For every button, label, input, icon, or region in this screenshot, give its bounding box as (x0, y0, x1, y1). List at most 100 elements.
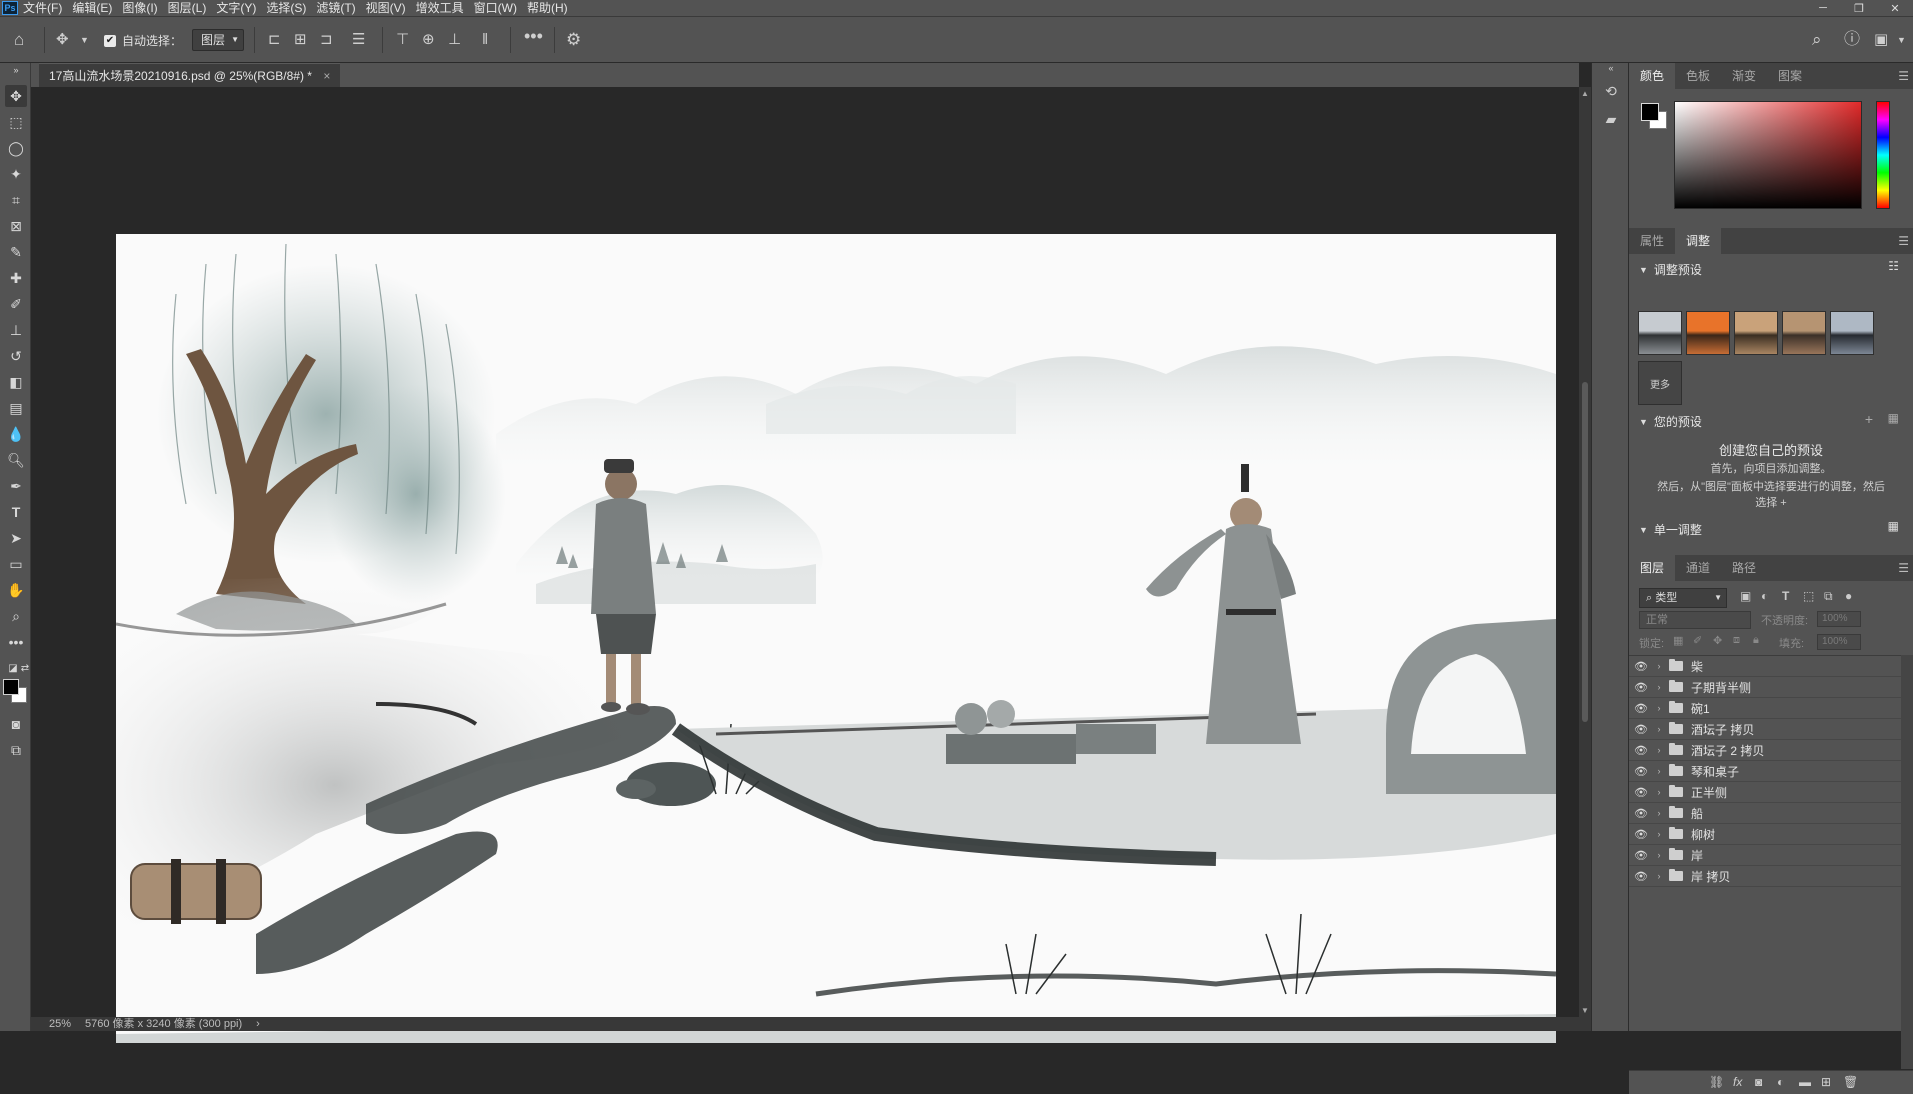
auto-select-target-dropdown[interactable]: 图层 ▼ (192, 29, 244, 51)
layer-row[interactable]: 👁︎ › 柳树 (1629, 824, 1901, 845)
grid-view-icon[interactable]: ▦ (1888, 519, 1899, 533)
close-icon[interactable]: ✕ (1877, 0, 1913, 16)
menu-type[interactable]: 文字(Y) (211, 0, 261, 16)
document-info[interactable]: 5760 像素 x 3240 像素 (300 ppi) (85, 1017, 242, 1031)
add-icon[interactable]: + (1865, 411, 1873, 427)
panel-menu-icon[interactable]: ☰ (1898, 234, 1909, 248)
hand-tool-icon[interactable]: ✋ (5, 579, 27, 601)
new-adjustment-icon[interactable]: ◐ (1777, 1075, 1784, 1089)
vertical-scrollbar[interactable]: ▲ ▼ (1579, 87, 1591, 1017)
healing-brush-tool-icon[interactable]: ✚ (5, 267, 27, 289)
scroll-down-icon[interactable]: ▼ (1581, 1006, 1589, 1015)
blend-mode-dropdown[interactable]: 正常 (1639, 611, 1751, 629)
distribute-v-icon[interactable]: ‖ (482, 31, 488, 49)
color-picker-field[interactable] (1674, 101, 1862, 209)
stamp-tool-icon[interactable]: ⊥ (5, 319, 27, 341)
preset-thumbnail[interactable] (1686, 311, 1730, 355)
filter-smart-object-icon[interactable]: ⧉ (1824, 589, 1833, 604)
eye-icon[interactable]: 👁︎ (1629, 765, 1653, 778)
tab-properties[interactable]: 属性 (1629, 228, 1675, 254)
magic-wand-tool-icon[interactable]: ✦ (5, 163, 27, 185)
preset-thumbnail[interactable] (1734, 311, 1778, 355)
crop-tool-icon[interactable]: ⌗ (5, 189, 27, 211)
fill-field[interactable]: 100% (1817, 634, 1861, 650)
chevron-right-icon[interactable]: › (1653, 724, 1665, 734)
align-bottom-icon[interactable]: ⊥ (448, 31, 461, 49)
gradient-tool-icon[interactable]: ▤ (5, 397, 27, 419)
quick-mask-icon[interactable]: ◙ (5, 713, 27, 735)
tab-paths[interactable]: 路径 (1721, 555, 1767, 581)
comments-panel-icon[interactable]: ▰ (1601, 111, 1621, 131)
eyedropper-tool-icon[interactable]: ✎ (5, 241, 27, 263)
eye-icon[interactable]: 👁︎ (1629, 723, 1653, 736)
tab-gradients[interactable]: 渐变 (1721, 63, 1767, 89)
filter-shape-icon[interactable]: ⬚ (1803, 589, 1814, 603)
menu-image[interactable]: 图像(I) (117, 0, 162, 16)
chevron-right-icon[interactable]: › (256, 1017, 260, 1031)
chevron-right-icon[interactable]: › (1653, 682, 1665, 692)
lasso-tool-icon[interactable]: ◯ (5, 137, 27, 159)
new-layer-icon[interactable]: ⊞ (1821, 1075, 1831, 1089)
brush-tool-icon[interactable]: ✐ (5, 293, 27, 315)
eye-icon[interactable]: 👁︎ (1629, 786, 1653, 799)
filter-type-icon[interactable]: T (1782, 589, 1789, 603)
lock-pixels-icon[interactable]: ✐ (1693, 634, 1702, 647)
lock-all-icon[interactable]: 🔒︎ (1753, 634, 1759, 647)
link-layers-icon[interactable]: ⛓ (1709, 1075, 1724, 1089)
scrollbar-thumb[interactable] (1582, 382, 1588, 722)
single-adjust-header[interactable]: ▼ 单一调整 (1639, 521, 1702, 538)
distribute-icon[interactable]: ☰ (352, 31, 365, 49)
tab-color[interactable]: 颜色 (1629, 63, 1676, 89)
zoom-level[interactable]: 25% (49, 1017, 71, 1031)
chevron-right-icon[interactable]: › (1653, 871, 1665, 881)
grid-view-icon[interactable]: ▦ (1888, 411, 1899, 425)
search-icon[interactable]: ⌕ (1812, 31, 1822, 49)
home-icon[interactable]: ⌂ (14, 31, 24, 49)
tab-channels[interactable]: 通道 (1675, 555, 1721, 581)
path-selection-tool-icon[interactable]: ➤ (5, 527, 27, 549)
blur-tool-icon[interactable]: 💧 (5, 423, 27, 445)
hue-slider[interactable] (1876, 101, 1890, 209)
history-brush-tool-icon[interactable]: ↺ (5, 345, 27, 367)
menu-select[interactable]: 选择(S) (261, 0, 311, 16)
workspace-icon[interactable]: ▣ (1874, 31, 1888, 49)
align-right-icon[interactable]: ⊐ (320, 31, 333, 49)
history-panel-icon[interactable]: ⟲ (1601, 83, 1621, 103)
eye-icon[interactable]: 👁︎ (1629, 702, 1653, 715)
layers-scrollbar[interactable] (1901, 655, 1913, 1069)
menu-plugins[interactable]: 增效工具 (411, 0, 469, 16)
layer-row[interactable]: 👁︎ › 碗1 (1629, 698, 1901, 719)
eye-icon[interactable]: 👁︎ (1629, 660, 1653, 673)
fx-icon[interactable]: fx (1733, 1075, 1742, 1089)
chevron-down-icon[interactable]: ▼ (1897, 31, 1906, 49)
tab-layers[interactable]: 图层 (1629, 555, 1676, 581)
menu-filter[interactable]: 滤镜(T) (311, 0, 360, 16)
pen-tool-icon[interactable]: ✒ (5, 475, 27, 497)
tab-patterns[interactable]: 图案 (1767, 63, 1813, 89)
eye-icon[interactable]: 👁︎ (1629, 828, 1653, 841)
menu-help[interactable]: 帮助(H) (522, 0, 573, 16)
auto-select-checkbox[interactable]: ✔ 自动选择： (104, 32, 182, 49)
panel-menu-icon[interactable]: ☰ (1898, 69, 1909, 83)
layer-row[interactable]: 👁︎ › 琴和桌子 (1629, 761, 1901, 782)
layer-row[interactable]: 👁︎ › 正半侧 (1629, 782, 1901, 803)
more-presets-button[interactable]: 更多 (1638, 361, 1682, 405)
scroll-up-icon[interactable]: ▲ (1581, 89, 1589, 98)
chevron-right-icon[interactable]: › (1653, 850, 1665, 860)
your-presets-header[interactable]: ▼ 您的预设 (1639, 413, 1702, 430)
eye-icon[interactable]: 👁︎ (1629, 849, 1653, 862)
eraser-tool-icon[interactable]: ◧ (5, 371, 27, 393)
menu-edit[interactable]: 编辑(E) (67, 0, 117, 16)
chevron-right-icon[interactable]: › (1653, 766, 1665, 776)
chevron-right-icon[interactable]: › (1653, 808, 1665, 818)
collapse-icon[interactable]: » (5, 65, 27, 75)
chevron-right-icon[interactable]: › (1653, 661, 1665, 671)
checkbox-checked-icon[interactable]: ✔ (104, 34, 116, 47)
align-left-icon[interactable]: ⊏ (268, 31, 281, 49)
tab-swatches[interactable]: 色板 (1675, 63, 1721, 89)
layer-row[interactable]: 👁︎ › 子期背半侧 (1629, 677, 1901, 698)
lock-transparent-icon[interactable]: ▦ (1673, 634, 1683, 647)
align-center-h-icon[interactable]: ⊞ (294, 31, 307, 49)
filter-pixel-icon[interactable]: ▣ (1740, 589, 1751, 603)
chevron-right-icon[interactable]: › (1653, 745, 1665, 755)
